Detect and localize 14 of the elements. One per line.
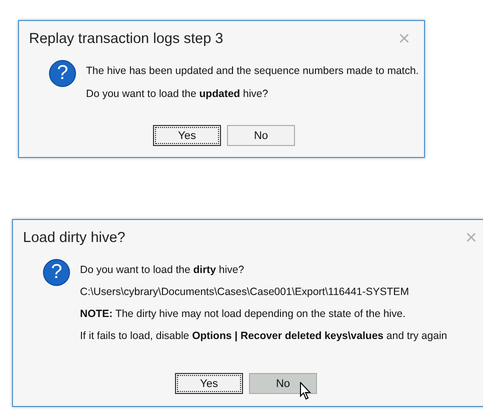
message-text: Do you want to load the dirty hive? xyxy=(80,264,246,276)
no-button[interactable]: No xyxy=(249,373,317,394)
message-text: C:\Users\cybrary\Documents\Cases\Case001\Export\116441-SYSTEM xyxy=(80,286,410,298)
question-icon: ? xyxy=(49,60,76,87)
yes-button[interactable]: Yes xyxy=(175,373,243,394)
message-text: The hive has been updated and the sequence numbers made to match. xyxy=(86,65,419,77)
no-button[interactable]: No xyxy=(227,125,295,146)
yes-button[interactable]: Yes xyxy=(153,125,221,146)
message-text: Do you want to load the updated hive? xyxy=(86,88,270,100)
message-text: NOTE: The dirty hive may not load depending on the state of the hive. xyxy=(80,308,407,320)
dialog-title: Load dirty hive? xyxy=(23,230,126,246)
message-text: If it fails to load, disable Options | Recover deleted keys\values and try again xyxy=(80,330,448,342)
question-icon: ? xyxy=(43,259,70,286)
dialog-title: Replay transaction logs step 3 xyxy=(29,31,224,47)
